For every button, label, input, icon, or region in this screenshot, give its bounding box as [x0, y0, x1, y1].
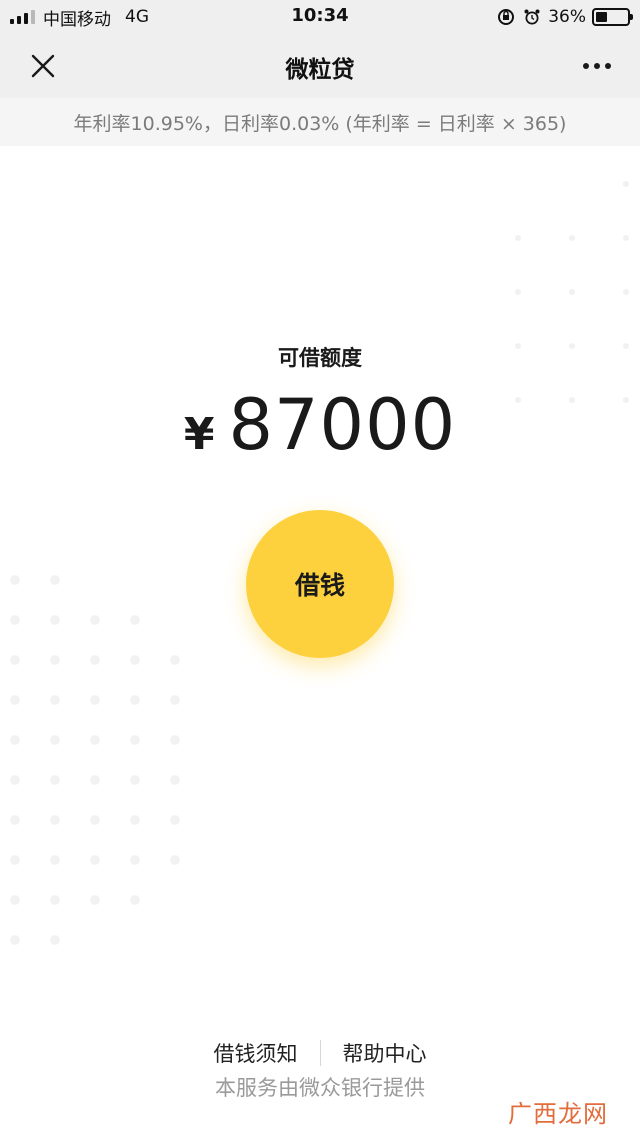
decorative-dot	[10, 855, 20, 865]
alarm-icon	[522, 8, 542, 26]
decorative-dot	[90, 855, 100, 865]
decorative-dot	[170, 655, 180, 665]
nav-bar: 微粒贷	[0, 34, 640, 98]
decorative-dot	[90, 895, 100, 905]
borrow-button[interactable]: 借钱	[246, 510, 394, 658]
decorative-dot	[10, 775, 20, 785]
decorative-dots-left	[10, 575, 180, 945]
battery-icon	[592, 8, 633, 26]
credit-amount-row: ¥ 87000	[0, 384, 640, 466]
status-right: 36%	[496, 6, 633, 28]
decorative-dot	[90, 775, 100, 785]
decorative-dot	[10, 895, 20, 905]
decorative-dot	[90, 695, 100, 705]
decorative-dot	[569, 235, 575, 241]
rotation-lock-icon	[496, 8, 516, 26]
rate-notice-text: 年利率10.95%，日利率0.03% (年利率 = 日利率 × 365)	[73, 112, 567, 135]
help-center-link[interactable]: 帮助中心	[343, 1038, 427, 1068]
decorative-dot	[623, 235, 629, 241]
decorative-dot	[130, 775, 140, 785]
decorative-dot	[515, 235, 521, 241]
decorative-dot	[50, 775, 60, 785]
decorative-dot	[130, 695, 140, 705]
battery-percent: 36%	[548, 7, 586, 27]
decorative-dot	[170, 815, 180, 825]
decorative-dot	[170, 855, 180, 865]
decorative-dot	[130, 815, 140, 825]
decorative-dot	[130, 655, 140, 665]
decorative-dot	[515, 289, 521, 295]
borrow-button-label: 借钱	[294, 571, 345, 600]
decorative-dot	[50, 855, 60, 865]
decorative-dot	[50, 935, 60, 945]
decorative-dot	[130, 855, 140, 865]
decorative-dot	[10, 655, 20, 665]
decorative-dot	[50, 895, 60, 905]
decorative-dot	[130, 895, 140, 905]
more-icon[interactable]	[576, 46, 618, 86]
decorative-dot	[623, 181, 629, 187]
decorative-dot	[50, 615, 60, 625]
credit-amount: 87000	[228, 384, 457, 466]
decorative-dot	[170, 695, 180, 705]
decorative-dot	[10, 615, 20, 625]
currency-symbol: ¥	[183, 409, 215, 460]
decorative-dot	[50, 655, 60, 665]
footer-divider	[319, 1040, 321, 1066]
decorative-dot	[623, 289, 629, 295]
status-bar: 中国移动 4G 10:34 36%	[0, 0, 640, 34]
decorative-dot	[10, 735, 20, 745]
decorative-dot	[130, 735, 140, 745]
decorative-dot	[10, 695, 20, 705]
decorative-dot	[170, 735, 180, 745]
close-icon[interactable]	[22, 46, 64, 86]
borrowing-notes-link[interactable]: 借钱须知	[214, 1038, 298, 1068]
decorative-dot	[50, 815, 60, 825]
rate-notice-bar: 年利率10.95%，日利率0.03% (年利率 = 日利率 × 365)	[0, 98, 640, 146]
decorative-dot	[50, 575, 60, 585]
decorative-dot	[50, 695, 60, 705]
decorative-dot	[50, 735, 60, 745]
decorative-dot	[90, 735, 100, 745]
decorative-dot	[130, 615, 140, 625]
footer-links: 借钱须知 帮助中心	[0, 1038, 640, 1068]
decorative-dot	[90, 815, 100, 825]
battery-level	[596, 12, 607, 22]
decorative-dot	[10, 575, 20, 585]
decorative-dot	[10, 935, 20, 945]
decorative-dot	[170, 775, 180, 785]
decorative-dot	[90, 615, 100, 625]
credit-limit-label: 可借额度	[278, 346, 362, 370]
page-title: 微粒贷	[285, 57, 355, 83]
decorative-dot	[10, 815, 20, 825]
decorative-dot	[569, 289, 575, 295]
watermark-logo: 广西龙网	[508, 1100, 608, 1128]
decorative-dot	[90, 655, 100, 665]
